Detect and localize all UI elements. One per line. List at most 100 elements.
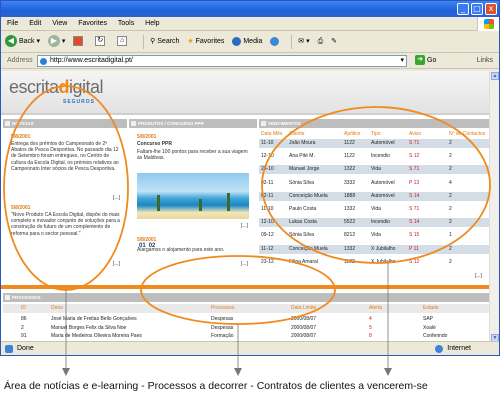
contract-cell: Vida [371, 232, 381, 239]
contract-row[interactable]: 23-12 Filipa Amaral 1122 X Jubilalho S 12 2 [259, 258, 489, 267]
menu-help[interactable]: Help [145, 20, 159, 27]
menu-tools[interactable]: Tools [118, 20, 134, 27]
process-row[interactable]: 86 José Maria de Freitas Bello Gonçalves D… [3, 315, 489, 323]
contract-cell: S 71 [409, 206, 420, 212]
home-button[interactable]: ⌂ [117, 31, 131, 53]
menu-file[interactable]: File [7, 20, 18, 27]
processes-column-header: Processos [211, 305, 235, 311]
history-button[interactable] [270, 31, 280, 53]
contract-row[interactable]: 11-12 Conceição Muela 1332 X Jubilalho P 11 2 [259, 244, 489, 254]
contract-row[interactable]: 12-10 Ana Pité M. 1122 Incendio S 12 2 [259, 152, 489, 161]
contract-cell: 1 [449, 232, 452, 239]
menu-view[interactable]: View [52, 20, 67, 27]
site-logo[interactable]: escritadigital [9, 77, 104, 98]
more-link[interactable]: [...] [113, 195, 120, 201]
contract-cell: S 71 [409, 166, 420, 173]
back-button[interactable]: ◀ Back ▾ [5, 31, 40, 53]
contract-row[interactable]: 23-10 Manuel Jorge 1322 Vida S 71 2 [259, 165, 489, 175]
more-link[interactable]: [...] [241, 223, 248, 229]
address-input[interactable]: http://www.escritadigital.pt/ ▾ [37, 55, 407, 67]
contract-cell: X Jubilalho [371, 258, 396, 265]
links-button[interactable]: Links [477, 53, 493, 69]
forward-button[interactable]: ▶ ▾ [47, 31, 65, 53]
contract-cell: 11-10 [261, 206, 274, 212]
status-text: Done [17, 345, 34, 352]
toolbar-separator [291, 35, 293, 49]
go-arrow-icon: ➜ [415, 55, 425, 66]
search-button[interactable]: ⚲ Search [150, 31, 179, 53]
vertical-scrollbar[interactable]: ▲ ▼ [489, 71, 499, 343]
process-cell: 8 [369, 333, 372, 339]
product-date: 5/8/2001 [137, 134, 157, 140]
back-label: Back [18, 38, 35, 45]
contract-cell: 1122 [344, 153, 355, 160]
arrow-down-icon [234, 368, 242, 376]
contract-row[interactable]: 11-10 Paulo Costa 1332 Vida S 71 2 [259, 205, 489, 214]
contract-cell: 11-12 [261, 245, 274, 252]
toolbar: ◀ Back ▾ ▶ ▾ ↻ ⌂ ⚲ Search ★ Favorites Me… [1, 31, 499, 53]
page-status-icon [5, 345, 13, 353]
edit-button[interactable]: ✎ [331, 31, 337, 53]
process-cell: Despesas [211, 324, 234, 331]
contract-cell: Incendio [371, 219, 390, 226]
media-icon [232, 36, 242, 46]
address-url: http://www.escritadigital.pt/ [50, 57, 133, 64]
processes-column-header: ID [21, 305, 26, 311]
back-arrow-icon: ◀ [5, 35, 17, 48]
process-cell: Conferindo [423, 333, 448, 339]
menu-edit[interactable]: Edit [29, 20, 41, 27]
close-button[interactable]: x [485, 3, 497, 15]
menu-favorites[interactable]: Favorites [78, 20, 107, 27]
media-button[interactable]: Media [232, 31, 262, 53]
contract-cell: S 12 [409, 258, 420, 265]
dropdown-arrow-icon[interactable]: ▾ [400, 56, 404, 66]
scroll-up-icon[interactable]: ▲ [491, 72, 499, 80]
favorites-button[interactable]: ★ Favorites [187, 31, 224, 53]
contract-cell: Filipa Amaral [289, 258, 318, 265]
figure-caption: Área de notícias e e-learning - Processo… [4, 380, 428, 392]
more-link[interactable]: [...] [475, 273, 482, 279]
minimize-button[interactable]: _ [457, 3, 469, 15]
maximize-button[interactable]: □ [471, 3, 483, 15]
windows-logo-icon [477, 17, 499, 31]
contract-row[interactable]: 02-11 Conceição Muela 1888 Automóvel S 14 2 [259, 191, 489, 201]
contract-cell: Conceição Muela [289, 192, 328, 199]
contract-cell: 1332 [344, 245, 356, 252]
page-01[interactable]: 01 [139, 243, 146, 249]
stop-button[interactable] [73, 31, 87, 53]
address-label: Address [7, 57, 33, 64]
contracts-column-header: Nº de Contactos [449, 131, 486, 137]
security-zone: Internet [435, 342, 471, 355]
logo-subtitle: SEGUROS [63, 99, 96, 105]
forward-arrow-icon: ▶ [47, 35, 60, 48]
print-button[interactable]: ⎙ [318, 31, 324, 53]
zone-label: Internet [447, 345, 471, 352]
news-text: Entrega dos prémios do Campeonato de 2ª … [11, 141, 119, 172]
panel-header-noticias: NOTÍCIAS [3, 119, 127, 128]
contract-cell: Lukas Costa [289, 219, 317, 226]
section-divider [1, 285, 491, 289]
contract-cell: Automóvel [371, 192, 395, 199]
contract-cell: P 11 [409, 245, 419, 252]
contract-cell: 1122 [344, 258, 355, 265]
process-row[interactable]: 91 Maria de Medeiros Oliveira Moreira Pae… [3, 332, 489, 340]
contract-row[interactable]: 12-10 Lukas Costa 5522 Incendio S 14 2 [259, 218, 489, 228]
process-cell: Manuel Borges Felix da Silva Noe [51, 324, 127, 331]
more-link[interactable]: [...] [113, 261, 120, 267]
more-link[interactable]: [...] [241, 261, 248, 267]
process-row[interactable]: 2 Manuel Borges Felix da Silva Noe Despesa… [3, 324, 489, 332]
mail-icon: ✉ [298, 38, 305, 45]
go-button[interactable]: ➜ Go [415, 55, 436, 67]
process-cell: 4 [369, 316, 372, 322]
contract-cell: 09-12 [261, 232, 274, 239]
contracts-column-header: Aviso [409, 131, 422, 137]
processes-header: ID Dono Processos Data Limite Alerta Estado [3, 304, 489, 313]
contract-row[interactable]: 11-10 João Moura 1122 Automóvel S 71 2 [259, 139, 489, 148]
page-02[interactable]: 02 [149, 243, 156, 249]
contract-row[interactable]: 09-12 Sónia Silva 8212 Vida S 15 1 [259, 231, 489, 240]
mail-button[interactable]: ✉ ▾ [298, 31, 309, 53]
refresh-button[interactable]: ↻ [95, 31, 109, 53]
print-icon: ⎙ [317, 38, 324, 45]
contract-row[interactable]: 02-11 Sónia Silva 3332 Automóvel P 13 4 [259, 179, 489, 188]
contract-cell: 12-10 [261, 153, 274, 160]
